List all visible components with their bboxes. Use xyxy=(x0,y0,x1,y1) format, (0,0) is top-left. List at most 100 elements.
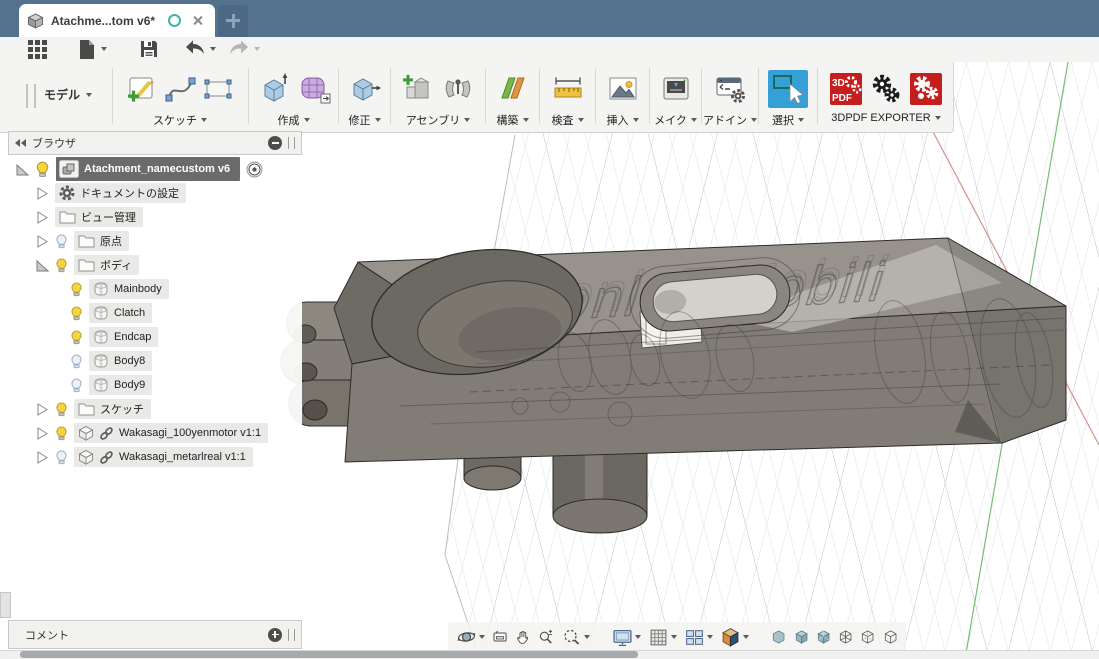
zoom-icon[interactable] xyxy=(538,627,554,647)
fit-tool[interactable] xyxy=(561,627,590,647)
file-menu-caret-icon[interactable] xyxy=(101,47,107,51)
tree-row-origin[interactable]: 原点 xyxy=(8,229,302,253)
redo-icon[interactable] xyxy=(228,39,250,57)
bulb-off-icon[interactable] xyxy=(70,378,83,393)
3dpdf-icon[interactable]: 3D PDF xyxy=(829,72,863,106)
viewports[interactable] xyxy=(684,627,713,648)
look-at-icon[interactable] xyxy=(492,627,508,647)
collapsed-arrow-icon[interactable] xyxy=(36,235,49,248)
group-create-label[interactable]: 作成 xyxy=(278,112,310,128)
press-pull-icon[interactable] xyxy=(348,72,382,106)
tree-row-body[interactable]: Mainbody xyxy=(8,277,302,301)
group-assembly-label[interactable]: アセンブリ xyxy=(406,112,470,128)
grid-settings[interactable] xyxy=(648,627,677,648)
measure-icon[interactable] xyxy=(551,72,585,106)
bulb-off-icon[interactable] xyxy=(55,450,68,465)
tree-row-sketches[interactable]: スケッチ xyxy=(8,397,302,421)
red-gears-icon[interactable] xyxy=(909,72,943,106)
group-inspect-label[interactable]: 検査 xyxy=(552,112,584,128)
panel-grip-icon[interactable] xyxy=(288,629,295,641)
tree-row-bodies[interactable]: ボディ xyxy=(8,253,302,277)
browser-panel-header[interactable]: ブラウザ xyxy=(8,131,302,155)
horizontal-scrollbar-thumb[interactable] xyxy=(20,651,638,658)
orbit-tool[interactable] xyxy=(456,627,485,647)
collapsed-arrow-icon[interactable] xyxy=(36,427,49,440)
bulb-off-icon[interactable] xyxy=(55,234,68,249)
rectangle-tool-icon[interactable] xyxy=(202,73,234,105)
pan-hand-icon[interactable] xyxy=(515,627,531,647)
group-make-label[interactable]: メイク xyxy=(654,112,697,128)
expanded-arrow-icon[interactable] xyxy=(16,163,29,176)
shaded-edges-cube-icon[interactable] xyxy=(794,627,809,647)
new-component-icon[interactable] xyxy=(401,72,435,106)
origin-label: 原点 xyxy=(100,233,122,249)
collapsed-arrow-icon[interactable] xyxy=(36,451,49,464)
tree-row-body[interactable]: Body8 xyxy=(8,349,302,373)
tab-close-icon[interactable] xyxy=(192,15,203,26)
ribbon-grip-handle[interactable] xyxy=(26,84,36,108)
undo-caret-icon[interactable] xyxy=(210,47,216,51)
tree-row-linked-component[interactable]: Wakasagi_metarlreal v1:1 xyxy=(8,445,302,469)
undo-icon[interactable] xyxy=(184,39,206,57)
panel-expand-icon[interactable] xyxy=(268,628,282,642)
bulb-off-icon[interactable] xyxy=(70,354,83,369)
bulb-on-icon[interactable] xyxy=(55,258,68,273)
tree-row-body[interactable]: Body9 xyxy=(8,373,302,397)
create-sketch-icon[interactable] xyxy=(126,73,158,105)
bulb-on-icon[interactable] xyxy=(55,426,68,441)
group-sketch-label[interactable]: スケッチ xyxy=(153,112,207,128)
tree-row-body[interactable]: Clatch xyxy=(8,301,302,325)
panel-minimize-icon[interactable] xyxy=(268,136,282,150)
collapsed-arrow-icon[interactable] xyxy=(36,187,49,200)
joint-icon[interactable] xyxy=(441,72,475,106)
construct-plane-icon[interactable] xyxy=(496,72,530,106)
insert-image-icon[interactable] xyxy=(606,72,640,106)
visual-style[interactable] xyxy=(720,627,749,648)
group-select-label[interactable]: 選択 xyxy=(772,112,804,128)
collapse-panel-icon[interactable] xyxy=(15,139,26,147)
collapsed-side-handle[interactable] xyxy=(0,592,11,618)
select-tool-icon[interactable] xyxy=(768,70,808,108)
tree-row-linked-component[interactable]: Wakasagi_100yenmotor v1:1 xyxy=(8,421,302,445)
bulb-on-icon[interactable] xyxy=(70,330,83,345)
tree-row-view-mgmt[interactable]: ビュー管理 xyxy=(8,205,302,229)
create-form-icon[interactable] xyxy=(297,72,331,106)
wireframe-all-edges-cube-icon[interactable] xyxy=(838,627,853,647)
group-addins-label[interactable]: アドイン xyxy=(703,112,757,128)
redo-caret-icon[interactable] xyxy=(254,47,260,51)
bulb-on-icon[interactable] xyxy=(70,282,83,297)
tree-row-doc-settings[interactable]: ドキュメントの設定 xyxy=(8,181,302,205)
tree-row-body[interactable]: Endcap xyxy=(8,325,302,349)
3d-print-icon[interactable] xyxy=(659,72,693,106)
collapsed-arrow-icon[interactable] xyxy=(36,403,49,416)
bulb-on-icon[interactable] xyxy=(70,306,83,321)
gears-icon[interactable] xyxy=(869,72,903,106)
collapsed-arrow-icon[interactable] xyxy=(36,211,49,224)
spline-icon[interactable] xyxy=(164,73,196,105)
workspace-menu[interactable]: モデル xyxy=(44,86,92,103)
display-settings[interactable] xyxy=(612,627,641,648)
bulb-on-icon[interactable] xyxy=(35,161,50,178)
activate-radio-icon[interactable] xyxy=(246,161,263,178)
panel-grip-icon[interactable] xyxy=(288,137,295,149)
shaded-cube-icon[interactable] xyxy=(771,627,786,647)
wireframe-cube-icon[interactable] xyxy=(883,627,898,647)
extrude-icon[interactable] xyxy=(257,72,291,106)
save-icon[interactable] xyxy=(139,39,159,59)
group-pdf-label[interactable]: 3DPDF EXPORTER xyxy=(831,112,940,124)
root-component-item[interactable]: Atachment_namecustom v6 xyxy=(56,157,240,181)
tree-row-root[interactable]: Atachment_namecustom v6 xyxy=(8,157,302,181)
app-grid-icon[interactable] xyxy=(27,39,48,60)
expanded-arrow-icon[interactable] xyxy=(36,259,49,272)
comments-panel-header[interactable]: コメント xyxy=(8,620,302,649)
wireframe-hidden-edges-cube-icon[interactable] xyxy=(860,627,875,647)
new-tab-button[interactable] xyxy=(218,5,248,37)
addins-script-icon[interactable] xyxy=(713,72,747,106)
document-tab[interactable]: Atachme...tom v6* xyxy=(19,4,215,37)
shaded-hidden-edges-cube-icon[interactable] xyxy=(816,627,831,647)
group-modify-label[interactable]: 修正 xyxy=(349,112,381,128)
bulb-on-icon[interactable] xyxy=(55,402,68,417)
group-construct-label[interactable]: 構築 xyxy=(497,112,529,128)
group-insert-label[interactable]: 挿入 xyxy=(607,112,639,128)
file-menu-icon[interactable] xyxy=(76,39,96,60)
